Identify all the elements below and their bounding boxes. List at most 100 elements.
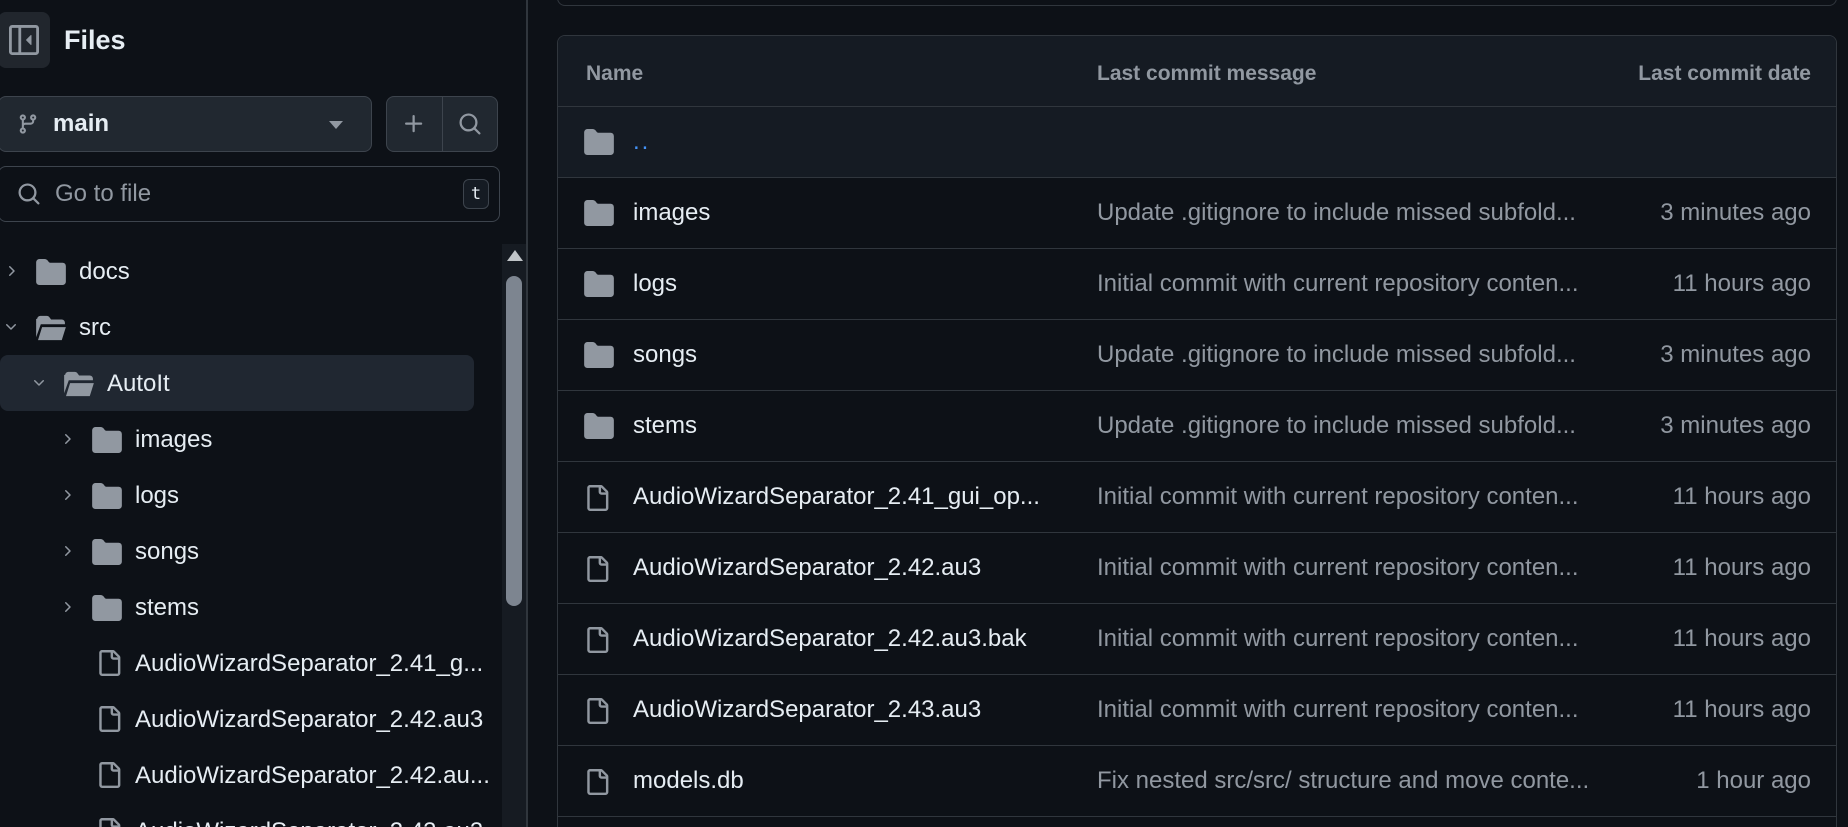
commit-date: 3 minutes ago	[1660, 199, 1811, 226]
chevron-down-icon[interactable]	[31, 375, 47, 391]
scrollbar-thumb[interactable]	[506, 276, 522, 606]
chevron-right-icon[interactable]	[59, 543, 75, 559]
sidebar-collapse-icon	[9, 25, 39, 55]
tree-item-label: AutoIt	[107, 370, 170, 397]
file-name-link[interactable]: songs	[633, 341, 697, 369]
folder-open-icon	[36, 315, 66, 348]
commit-date: 3 minutes ago	[1660, 341, 1811, 368]
folder-icon	[92, 539, 122, 572]
commit-date: 11 hours ago	[1672, 270, 1811, 297]
folder-icon	[36, 259, 66, 292]
commit-date: 11 hours ago	[1672, 554, 1811, 581]
commit-message-link[interactable]: Initial commit with current repository c…	[1097, 483, 1579, 511]
file-name-link[interactable]: models.db	[633, 767, 744, 795]
table-body: images Update .gitignore to include misse…	[558, 178, 1836, 817]
tree-item-audiowizardseparator-2-41-g[interactable]: AudioWizardSeparator_2.41_g...	[0, 635, 490, 691]
search-icon	[18, 183, 40, 205]
tree-item-label: images	[135, 426, 213, 453]
commit-date: 11 hours ago	[1672, 483, 1811, 510]
folder-open-icon	[64, 371, 94, 404]
table-row[interactable]: AudioWizardSeparator_2.41_gui_op... Initi…	[558, 462, 1836, 533]
chevron-down-icon	[329, 121, 343, 129]
tree-item-images[interactable]: images	[0, 411, 490, 467]
collapse-sidebar-button[interactable]	[0, 12, 50, 68]
tree-item-label: AudioWizardSeparator_2.42.au3	[135, 706, 484, 733]
table-row[interactable]: AudioWizardSeparator_2.42.au3 Initial com…	[558, 533, 1836, 604]
file-icon	[96, 817, 122, 827]
chevron-right-icon[interactable]	[59, 431, 75, 447]
commit-message-link[interactable]: Initial commit with current repository c…	[1097, 270, 1579, 298]
commit-date: 3 minutes ago	[1660, 412, 1811, 439]
tree-item-songs[interactable]: songs	[0, 523, 490, 579]
file-name-link[interactable]: logs	[633, 270, 677, 298]
tree-item-label: AudioWizardSeparator_2.42.au...	[135, 762, 490, 789]
tree-item-docs[interactable]: docs	[0, 243, 490, 299]
tree-item-stems[interactable]: stems	[0, 579, 490, 635]
scroll-up-arrow-icon[interactable]	[507, 250, 523, 261]
chevron-right-icon[interactable]	[59, 487, 75, 503]
sidebar-header: Files	[0, 12, 126, 68]
parent-directory-link[interactable]: ..	[633, 128, 650, 156]
directory-listing-table: Name Last commit message Last commit dat…	[557, 35, 1837, 827]
tree-item-autoit[interactable]: AutoIt	[0, 355, 474, 411]
folder-icon	[92, 595, 122, 628]
sidebar-scrollbar[interactable]	[502, 244, 526, 827]
file-name-link[interactable]: AudioWizardSeparator_2.42.au3	[633, 554, 981, 582]
file-name-link[interactable]: stems	[633, 412, 697, 440]
tree-item-src[interactable]: src	[0, 299, 490, 355]
file-name-link[interactable]: AudioWizardSeparator_2.41_gui_op...	[633, 483, 1040, 511]
search-icon	[459, 113, 481, 135]
tree-item-label: stems	[135, 594, 200, 621]
file-icon	[96, 761, 122, 796]
file-icon	[96, 705, 122, 740]
table-row[interactable]: images Update .gitignore to include misse…	[558, 178, 1836, 249]
file-tree: docs src AutoIt images logs songs stems AudioWi…	[0, 243, 490, 827]
chevron-down-icon[interactable]	[3, 319, 19, 335]
go-to-file-input[interactable]: Go to file t	[0, 166, 500, 222]
tree-item-label: AudioWizardSeparator_2.43.au3	[135, 818, 483, 827]
file-name-link[interactable]: AudioWizardSeparator_2.43.au3	[633, 696, 981, 724]
commit-date: 11 hours ago	[1672, 696, 1811, 723]
tree-item-label: docs	[79, 258, 130, 285]
go-to-file-placeholder: Go to file	[55, 180, 152, 207]
branch-name: main	[53, 110, 110, 137]
commit-message-link[interactable]: Initial commit with current repository c…	[1097, 554, 1579, 582]
file-icon	[584, 626, 610, 659]
folder-icon	[584, 413, 614, 444]
tree-item-label: src	[79, 314, 111, 341]
add-file-button[interactable]	[387, 97, 442, 151]
commit-message-link[interactable]: Initial commit with current repository c…	[1097, 696, 1579, 724]
tree-item-audiowizardseparator-2-42-au3[interactable]: AudioWizardSeparator_2.42.au3	[0, 691, 490, 747]
column-header-message: Last commit message	[1097, 62, 1317, 85]
file-name-link[interactable]: AudioWizardSeparator_2.42.au3.bak	[633, 625, 1027, 653]
table-row[interactable]: songs Update .gitignore to include missed…	[558, 320, 1836, 391]
file-icon	[96, 649, 122, 684]
tree-item-label: AudioWizardSeparator_2.41_g...	[135, 650, 484, 677]
commit-message-link[interactable]: Initial commit with current repository c…	[1097, 625, 1579, 653]
table-header: Name Last commit message Last commit dat…	[558, 36, 1836, 107]
file-icon	[584, 555, 610, 588]
tree-item-logs[interactable]: logs	[0, 467, 490, 523]
folder-icon	[92, 483, 122, 516]
table-row[interactable]: models.db Fix nested src/src/ structure a…	[558, 746, 1836, 817]
table-row[interactable]: stems Update .gitignore to include missed…	[558, 391, 1836, 462]
table-row[interactable]: AudioWizardSeparator_2.43.au3 Initial com…	[558, 675, 1836, 746]
table-row[interactable]: logs Initial commit with current reposito…	[558, 249, 1836, 320]
commit-message-link[interactable]: Fix nested src/src/ structure and move c…	[1097, 767, 1589, 795]
parent-directory-row[interactable]: ..	[558, 107, 1836, 178]
chevron-right-icon[interactable]	[59, 599, 75, 615]
file-name-link[interactable]: images	[633, 199, 710, 227]
table-row[interactable]: AudioWizardSeparator_2.42.au3.bak Initial…	[558, 604, 1836, 675]
commit-message-link[interactable]: Update .gitignore to include missed subf…	[1097, 341, 1576, 369]
sidebar-action-group	[386, 96, 498, 152]
chevron-right-icon[interactable]	[3, 263, 19, 279]
tree-item-audiowizardseparator-2-43-au3[interactable]: AudioWizardSeparator_2.43.au3	[0, 803, 490, 827]
git-branch-icon	[19, 114, 37, 134]
tree-item-audiowizardseparator-2-42-au[interactable]: AudioWizardSeparator_2.42.au...	[0, 747, 490, 803]
search-code-button[interactable]	[441, 97, 498, 151]
commit-message-link[interactable]: Update .gitignore to include missed subf…	[1097, 199, 1576, 227]
branch-selector-button[interactable]: main	[0, 96, 372, 152]
commit-message-link[interactable]: Update .gitignore to include missed subf…	[1097, 412, 1576, 440]
file-icon	[584, 484, 610, 517]
tree-item-label: logs	[135, 482, 180, 509]
